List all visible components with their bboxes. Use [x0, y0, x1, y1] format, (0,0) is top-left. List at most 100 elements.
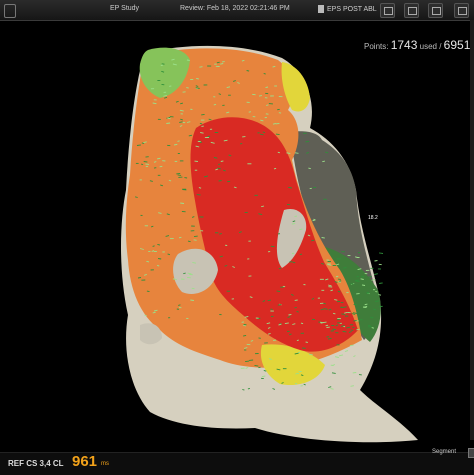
mapping-point [190, 300, 194, 301]
mapping-point [333, 313, 335, 314]
mapping-point [336, 276, 338, 277]
mapping-point [176, 173, 180, 174]
mapping-point [153, 246, 155, 247]
panel-icon[interactable] [4, 4, 16, 18]
mapping-point [160, 166, 163, 167]
mapping-point [341, 314, 345, 315]
mapping-point [192, 288, 195, 289]
mapping-point [201, 114, 204, 115]
mapping-point [142, 143, 144, 144]
mapping-point [276, 123, 280, 124]
mapping-point [322, 161, 325, 162]
mapping-point [200, 142, 202, 143]
mapping-point [278, 152, 280, 153]
mapping-point [379, 283, 383, 284]
mapping-point [141, 164, 143, 165]
top-toolbar: EP Study Review: Feb 18, 2022 02:21:46 P… [0, 0, 474, 21]
mapping-point [194, 240, 197, 241]
mapping-point [331, 389, 334, 390]
mapping-point [350, 345, 354, 346]
mapping-point [266, 87, 269, 88]
mapping-point [338, 282, 341, 283]
mapping-point [278, 305, 281, 306]
mapping-point [214, 104, 216, 105]
mapping-point [242, 390, 244, 391]
mapping-point [308, 168, 310, 169]
mapping-point [271, 309, 273, 310]
mapping-point [311, 240, 314, 241]
mapping-point [295, 153, 299, 154]
mapping-point [293, 262, 296, 263]
mapping-point [153, 312, 156, 313]
mapping-point [326, 325, 329, 326]
segment-toggle[interactable] [468, 448, 474, 458]
mapping-point [179, 237, 181, 238]
mapping-point [322, 238, 325, 239]
mapping-point [146, 261, 149, 262]
mapping-point [199, 188, 201, 189]
mapping-point [249, 112, 251, 113]
mapping-point [178, 141, 180, 142]
mapping-point [351, 386, 354, 387]
review-timestamp: Review: Feb 18, 2022 02:21:46 PM [180, 5, 290, 12]
mapping-point [301, 323, 303, 324]
layout-icon[interactable] [454, 3, 469, 18]
mapping-point [374, 274, 378, 275]
mapping-point [277, 109, 280, 110]
mapping-point [343, 307, 347, 308]
mapping-point [147, 291, 150, 292]
mapping-point [334, 300, 337, 301]
mapping-point [186, 88, 188, 89]
mapping-point [219, 234, 222, 235]
map-annotation: 18.2 [368, 215, 378, 221]
cycle-length-value: 961 [72, 453, 97, 470]
bottom-status-bar: REF CS 3,4 CL 961 ms Segment [0, 452, 474, 475]
segment-label: Segment [432, 449, 456, 455]
mapping-point [252, 94, 255, 95]
activation-map-3d[interactable]: 18.2 [0, 20, 474, 450]
mapping-point [294, 307, 296, 308]
ref-cl-label: REF CS 3,4 CL [8, 459, 64, 468]
mapping-point [297, 340, 299, 341]
study-title: EP Study [110, 5, 139, 12]
mapping-point [351, 330, 354, 331]
mapping-point [259, 96, 262, 97]
mapping-point [263, 132, 265, 133]
snapshot-icon[interactable] [404, 3, 419, 18]
mapping-point [178, 305, 180, 306]
mapping-point [248, 388, 250, 389]
mapping-point [276, 134, 280, 135]
mapping-point [323, 322, 327, 323]
mapping-point [178, 175, 182, 176]
mapping-point [292, 253, 294, 254]
mapping-point [363, 307, 367, 308]
mapping-point [247, 71, 250, 72]
mapping-point [194, 236, 198, 237]
view-icon[interactable] [380, 3, 395, 18]
mapping-point [187, 60, 190, 61]
mapping-point [200, 123, 202, 124]
mapping-point [221, 161, 224, 162]
mapping-point [268, 300, 271, 301]
mapping-point [245, 361, 249, 362]
mapping-point [137, 145, 141, 146]
mapping-point [144, 162, 148, 163]
mapping-point [274, 168, 276, 169]
window-icon[interactable] [428, 3, 443, 18]
mapping-point [357, 329, 360, 330]
mapping-point [271, 246, 275, 247]
mapping-point [188, 241, 191, 242]
mapping-point [180, 203, 184, 204]
mapping-point [355, 280, 359, 281]
map-name-label: EPS POST ABL [327, 6, 377, 13]
mapping-point [199, 67, 202, 68]
mapping-point [258, 367, 260, 368]
mapping-point [326, 327, 329, 328]
map-name-tab[interactable]: EPS POST ABL [318, 5, 377, 13]
mapping-point [300, 254, 302, 255]
mapping-point [372, 328, 374, 329]
mapping-point [217, 62, 220, 63]
mapping-point [179, 307, 181, 308]
mapping-point [179, 122, 182, 123]
mapping-point [375, 291, 377, 292]
